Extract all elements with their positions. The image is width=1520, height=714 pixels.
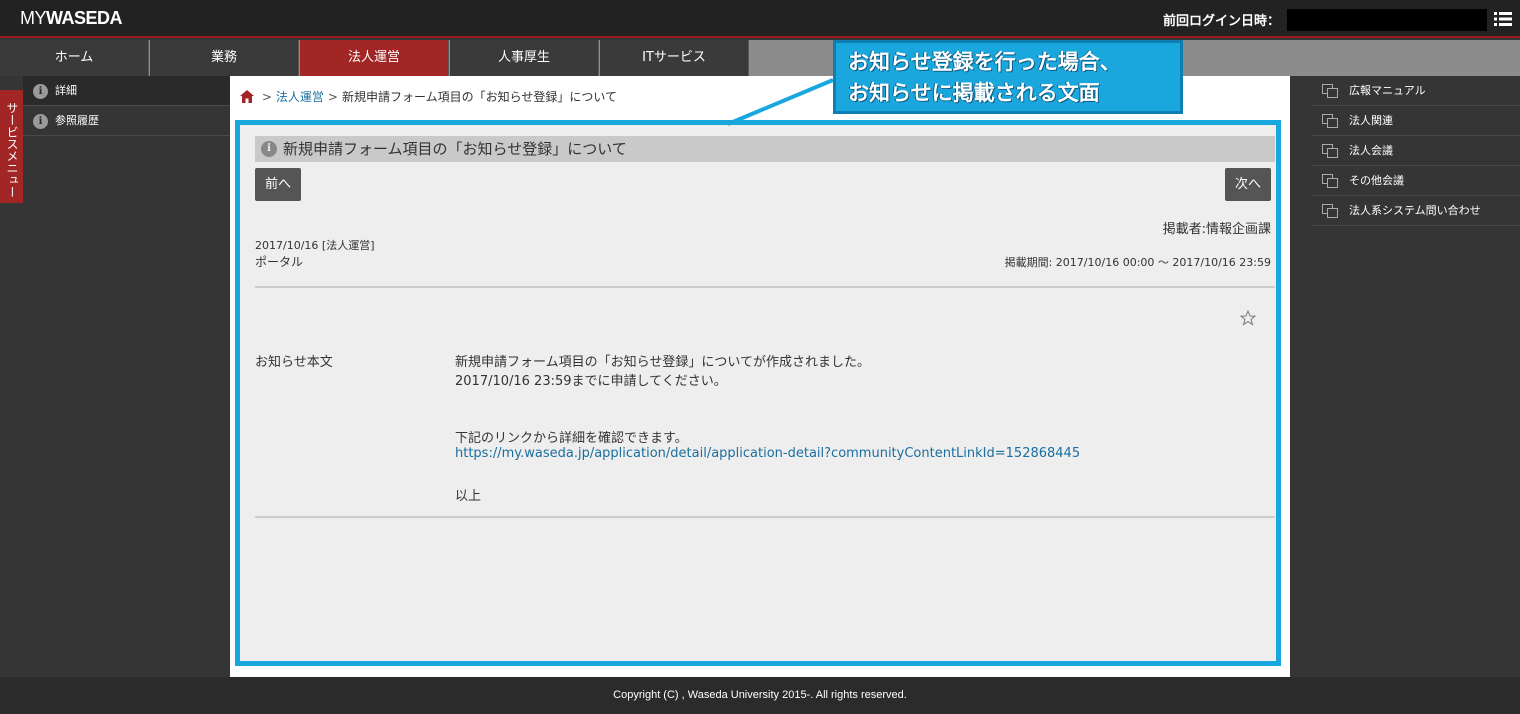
document-link-icon (1322, 114, 1338, 128)
sidebar-item-label: その他会議 (1349, 174, 1404, 187)
document-link-icon (1322, 84, 1338, 98)
tab-home[interactable]: ホーム (0, 40, 149, 76)
tab-business[interactable]: 業務 (150, 40, 299, 76)
document-link-icon (1322, 204, 1338, 218)
sidebar-item-other-meetings[interactable]: その他会議 (1312, 166, 1520, 196)
poster-label: 掲載者:情報企画課 (1162, 222, 1271, 237)
notice-body-closing: 以上 (455, 489, 482, 504)
notice-title-bar: i 新規申請フォーム項目の「お知らせ登録」について (255, 136, 1275, 162)
sidebar-item-label: 広報マニュアル (1349, 84, 1426, 97)
breadcrumb-separator: > (261, 90, 272, 104)
left-sidebar: i 詳細 i 参照履歴 (0, 76, 230, 676)
notice-body-line: 下記のリンクから詳細を確認できます。 (455, 431, 688, 446)
callout-line: お知らせに掲載される文面 (848, 81, 1100, 105)
tab-hr[interactable]: 人事厚生 (450, 40, 599, 76)
notice-body-line: 2017/10/16 23:59までに申請してください。 (455, 374, 727, 389)
service-menu-tab[interactable]: サービスメニュー (0, 90, 23, 203)
notice-title: 新規申請フォーム項目の「お知らせ登録」について (283, 140, 627, 158)
home-icon[interactable] (240, 90, 254, 103)
info-icon: i (33, 84, 48, 99)
mywaseda-logo[interactable]: MYWASEDA (20, 8, 123, 29)
callout-line: お知らせ登録を行った場合、 (848, 50, 1121, 74)
info-icon: i (261, 141, 277, 157)
document-link-icon (1322, 174, 1338, 188)
sidebar-item-label: 詳細 (55, 84, 77, 97)
info-icon: i (33, 114, 48, 129)
sidebar-item-corporate-related[interactable]: 法人関連 (1312, 106, 1520, 136)
breadcrumb-category-link[interactable]: 法人運営 (276, 90, 324, 104)
sidebar-item-label: 法人関連 (1349, 114, 1393, 127)
main-nav: ホーム 業務 法人運営 人事厚生 ITサービス (0, 40, 1520, 76)
footer-copyright: Copyright (C) , Waseda University 2015-.… (0, 677, 1520, 714)
notice-portal: ポータル (255, 255, 304, 269)
tab-it-services[interactable]: ITサービス (600, 40, 749, 76)
annotation-callout: お知らせ登録を行った場合、 お知らせに掲載される文面 (833, 40, 1183, 114)
notice-detail-link[interactable]: https://my.waseda.jp/application/detail/… (455, 446, 1080, 461)
last-login-redacted (1287, 9, 1487, 31)
notice-body-line: 新規申請フォーム項目の「お知らせ登録」についてが作成されました。 (455, 355, 870, 370)
notice-body-label: お知らせ本文 (255, 355, 333, 370)
top-header: MYWASEDA 前回ログイン日時： (0, 0, 1520, 38)
notice-period: 掲載期間: 2017/10/16 00:00 〜 2017/10/16 23:5… (1004, 256, 1271, 269)
sidebar-item-history[interactable]: i 参照履歴 (23, 106, 230, 136)
tab-corporate[interactable]: 法人運営 (300, 40, 449, 76)
divider (255, 516, 1275, 518)
sidebar-item-label: 法人会議 (1349, 144, 1393, 157)
prev-button[interactable]: 前へ (255, 168, 301, 201)
breadcrumb: > 法人運営 > 新規申請フォーム項目の「お知らせ登録」について (240, 88, 617, 105)
right-sidebar: 広報マニュアル 法人関連 法人会議 その他会議 法人系システム問い合わせ (1290, 76, 1520, 677)
sidebar-item-label: 法人系システム問い合わせ (1349, 204, 1481, 217)
list-menu-icon[interactable] (1494, 12, 1512, 26)
main-content: > 法人運営 > 新規申請フォーム項目の「お知らせ登録」について i 新規申請フォーム… (230, 76, 1290, 677)
star-icon[interactable] (1240, 310, 1256, 326)
sidebar-item-corporate-meeting[interactable]: 法人会議 (1312, 136, 1520, 166)
breadcrumb-current: 新規申請フォーム項目の「お知らせ登録」について (341, 90, 618, 104)
sidebar-item-detail[interactable]: i 詳細 (23, 76, 230, 106)
notice-content-box: i 新規申請フォーム項目の「お知らせ登録」について 前へ 次へ 掲載者:情報企画… (235, 120, 1281, 666)
next-button[interactable]: 次へ (1225, 168, 1271, 201)
divider (255, 286, 1275, 288)
sidebar-item-system-inquiry[interactable]: 法人系システム問い合わせ (1312, 196, 1520, 226)
sidebar-item-label: 参照履歴 (55, 114, 99, 127)
sidebar-item-pr-manual[interactable]: 広報マニュアル (1312, 76, 1520, 106)
document-link-icon (1322, 144, 1338, 158)
breadcrumb-separator: > (327, 90, 338, 104)
notice-date-category: 2017/10/16 [法人運営] (255, 239, 375, 252)
last-login-label: 前回ログイン日時： (1162, 14, 1280, 29)
